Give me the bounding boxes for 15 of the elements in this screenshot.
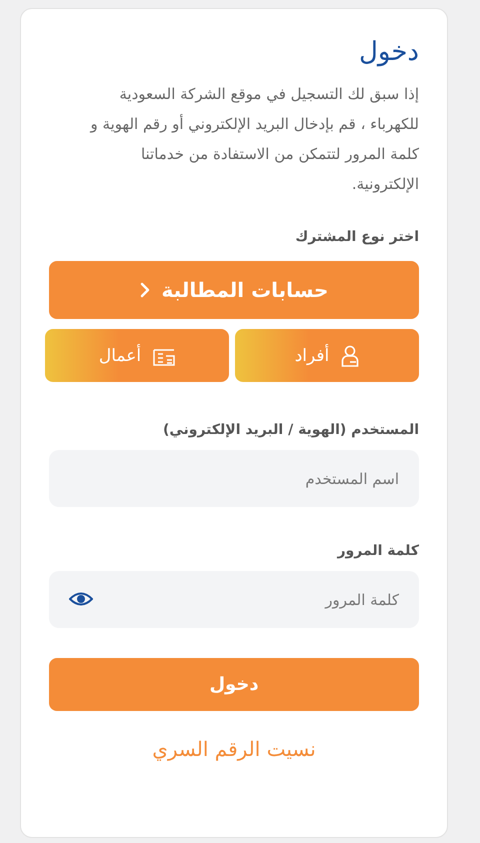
claims-accounts-button[interactable]: حسابات المطالبة <box>49 261 419 319</box>
username-field[interactable]: اسم المستخدم <box>49 450 419 507</box>
field-label: كلمة المرور <box>337 543 419 559</box>
field-label: المستخدم (الهوية / البريد الإلكتروني) <box>162 422 419 438</box>
intro-text: إذا سبق لك التسجيل في موقع الشركة السعودية للكهرباء ، قم بإدخال البريد الإلكتروني أو رقم الهوية و كلمة المرور لتتمكن من الاستفادة من خدماتنا الإلكترونية. <box>88 84 419 195</box>
chevron-icon <box>140 282 150 298</box>
subscriber-type-button[interactable]: أفراد <box>235 329 419 382</box>
login-button[interactable]: دخول <box>49 658 419 711</box>
page-title: دخول <box>359 37 419 67</box>
field-label: اختر نوع المشترك <box>295 229 419 245</box>
forgot-password-link[interactable]: نسيت الرقم السري <box>152 737 316 761</box>
password-field[interactable]: كلمة المرور <box>49 571 419 628</box>
subscriber-type-button[interactable]: أعمال <box>45 329 229 382</box>
person-icon <box>341 344 360 366</box>
eye-icon[interactable] <box>69 591 93 607</box>
